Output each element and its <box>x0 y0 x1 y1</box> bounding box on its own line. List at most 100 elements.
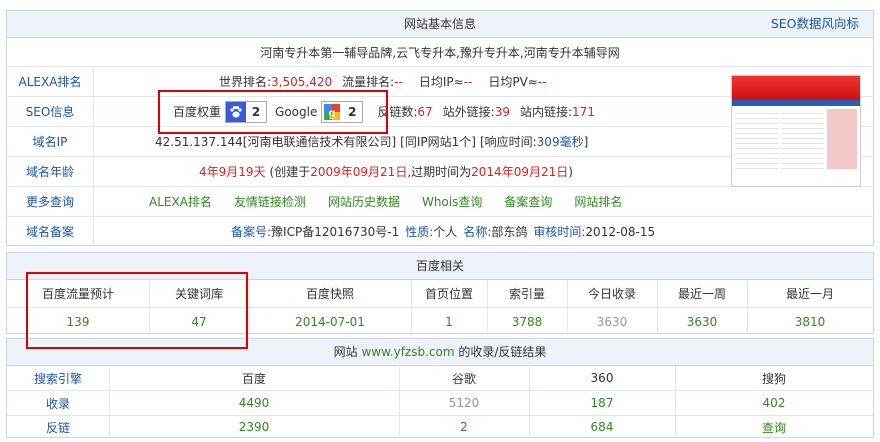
response-time-end: ] <box>583 134 589 149</box>
baidu-value-index-count[interactable]: 3788 <box>487 308 568 335</box>
seo-values: 百度权重 2 Google g 2 反链数: 67 站外链接: 39 站内链接: <box>173 97 595 126</box>
basic-info-header: 网站基本信息 SEO数据风向标 <box>7 11 873 38</box>
baidu-panel: 百度相关 百度流量预计 关键词库 百度快照 首页位置 索引量 今日收录 最近一周 最近一月 1… <box>6 252 874 335</box>
baidu-header-title: 百度相关 <box>415 259 464 273</box>
nature-value: 个人 <box>433 225 458 239</box>
index-domain[interactable]: www.yfzsb.com <box>361 345 454 359</box>
baidu-value-home-position[interactable]: 1 <box>411 308 488 335</box>
index-header-suffix: 的收录/反链结果 <box>458 345 547 359</box>
index-row-included: 收录 4490 5120 187 402 <box>7 391 873 416</box>
traffic-rank-label: 流量排名: <box>342 75 395 89</box>
same-ip-link[interactable]: [同IP网站1个] <box>400 133 476 150</box>
icp-row: 域名备案 备案号: 豫ICP备12016730号-1 性质: 个人 名称: 部东… <box>7 217 873 246</box>
index-value-sogou[interactable]: 402 <box>675 391 873 415</box>
baidu-col-today-included: 今日收录 <box>567 280 658 307</box>
google-pr-badge[interactable]: g 2 <box>321 100 364 123</box>
name-value: 部东鸽 <box>491 225 528 239</box>
backlinks-value[interactable]: 67 <box>417 105 432 119</box>
response-time-value: 309毫秒 <box>536 135 584 149</box>
index-col-sogou: 搜狗 <box>761 371 786 386</box>
index-value-360[interactable]: 684 <box>529 416 676 438</box>
index-panel: 网站 www.yfzsb.com 的收录/反链结果 搜索引擎 百度 谷歌 360 搜狗 … <box>6 338 874 438</box>
baidu-value-last-week[interactable]: 3630 <box>657 308 748 335</box>
internal-links-value[interactable]: 171 <box>572 105 595 119</box>
index-columns-row: 搜索引擎 百度 谷歌 360 搜狗 <box>7 366 873 391</box>
daily-ip-label: 日均IP≈ <box>418 75 464 89</box>
audit-time-label: 审核时间: <box>533 225 586 239</box>
daily-ip-value: -- <box>463 74 473 89</box>
more-query-label: 更多查询 <box>7 187 94 216</box>
traffic-rank-value: -- <box>394 74 403 89</box>
index-value-sogou[interactable]: 查询 <box>675 416 873 438</box>
basic-info-panel: 网站基本信息 SEO数据风向标 河南专升本第一辅导品牌,云飞专升本,豫升专升本,… <box>6 10 874 246</box>
audit-time-value: 2012-08-15 <box>585 224 656 239</box>
ip-value: 42.51.137.144[河南电联通信技术有限公司] <box>155 135 397 149</box>
world-rank-value: 3,505,420 <box>271 74 333 89</box>
created-date: 2009年09月21日 <box>310 165 408 179</box>
baidu-value-today-included[interactable]: 3630 <box>567 308 658 335</box>
google-pr-value: 2 <box>342 104 363 119</box>
domain-ip-values: 42.51.137.144[河南电联通信技术有限公司] [同IP网站1个] [响… <box>155 127 588 156</box>
nature-label: 性质: <box>405 225 434 239</box>
alexa-rank-link[interactable]: ALEXA排名 <box>149 193 212 210</box>
expire-date: 2014年09月21日 <box>471 165 569 179</box>
domain-age-label: 域名年龄 <box>7 157 94 186</box>
site-thumbnail[interactable] <box>731 75 861 187</box>
baidu-col-traffic-estimate: 百度流量预计 <box>7 280 150 307</box>
external-links-label: 站外链接: <box>442 105 495 119</box>
whois-link[interactable]: Whois查询 <box>422 193 482 210</box>
baidu-col-keyword-library: 关键词库 <box>149 280 250 307</box>
more-query-row: 更多查询 ALEXA排名 友情链接检测 网站历史数据 Whois查询 备案查询 … <box>7 187 873 217</box>
google-label: Google <box>275 104 318 119</box>
baidu-weight-badge[interactable]: 2 <box>225 100 268 123</box>
name-label: 名称: <box>463 225 492 239</box>
index-value-google[interactable]: 2 <box>399 416 530 438</box>
icp-values: 备案号: 豫ICP备12016730号-1 性质: 个人 名称: 部东鸽 审核时… <box>231 217 655 246</box>
baidu-value-last-month[interactable]: 3810 <box>747 308 873 335</box>
index-value-360[interactable]: 187 <box>529 391 676 415</box>
baidu-col-index-count: 索引量 <box>487 280 568 307</box>
domain-ip-label: 域名IP <box>7 127 94 156</box>
site-subtitle-row: 河南专升本第一辅导品牌,云飞专升本,豫升专升本,河南专升本辅导网 <box>7 38 873 67</box>
baidu-col-home-position: 首页位置 <box>411 280 488 307</box>
baidu-weight-value: 2 <box>246 104 267 119</box>
external-links-value[interactable]: 39 <box>495 105 510 119</box>
internal-links-label: 站内链接: <box>520 105 573 119</box>
baidu-value-snapshot[interactable]: 2014-07-01 <box>249 308 412 335</box>
site-history-link[interactable]: 网站历史数据 <box>328 193 400 210</box>
index-header-prefix: 网站 <box>333 345 358 359</box>
index-value-google[interactable]: 5120 <box>399 391 530 415</box>
baidu-weight-label: 百度权重 <box>173 105 222 119</box>
created-label: (创建于 <box>269 165 311 179</box>
baidu-value-traffic-estimate[interactable]: 139 <box>7 308 150 335</box>
domain-age-values: 4年9月19天 (创建于 2009年09月21日 ,过期时间为 2014年09月… <box>199 157 573 186</box>
icp-query-link[interactable]: 备案查询 <box>504 193 552 210</box>
age-end: ) <box>568 164 573 179</box>
index-value-baidu[interactable]: 2390 <box>109 416 400 438</box>
icp-number: 豫ICP备12016730号-1 <box>271 225 400 239</box>
index-row-label: 收录 <box>7 391 110 415</box>
alexa-values: 世界排名: 3,505,420 流量排名: -- 日均IP≈ -- 日均PV≈ … <box>219 67 547 96</box>
domain-age-value: 4年9月19天 <box>199 165 266 179</box>
baidu-columns-row: 百度流量预计 关键词库 百度快照 首页位置 索引量 今日收录 最近一周 最近一月 <box>7 280 873 308</box>
index-row-backlinks: 反链 2390 2 684 查询 <box>7 416 873 438</box>
response-time-label: [响应时间: <box>479 135 537 149</box>
daily-pv-value: -- <box>537 74 547 89</box>
more-query-links: ALEXA排名 友情链接检测 网站历史数据 Whois查询 备案查询 网站排名 <box>149 187 622 216</box>
index-col-google: 谷歌 <box>399 366 530 390</box>
index-value-baidu[interactable]: 4490 <box>109 391 400 415</box>
daily-pv-label: 日均PV≈ <box>488 75 538 89</box>
google-g-icon: g <box>322 101 343 122</box>
baidu-values-row: 139 47 2014-07-01 1 3788 3630 3630 3810 <box>7 308 873 335</box>
site-rank-link[interactable]: 网站排名 <box>574 193 622 210</box>
index-header: 网站 www.yfzsb.com 的收录/反链结果 <box>7 339 873 366</box>
index-col-baidu: 百度 <box>109 366 400 390</box>
friend-link-check-link[interactable]: 友情链接检测 <box>234 193 306 210</box>
alexa-label: ALEXA排名 <box>7 67 94 96</box>
seo-wind-vane-link[interactable]: SEO数据风向标 <box>771 11 859 37</box>
icp-label: 域名备案 <box>7 217 94 246</box>
baidu-paw-icon <box>226 101 247 122</box>
index-col-360: 360 <box>529 366 676 390</box>
baidu-value-keyword-library[interactable]: 47 <box>149 308 250 335</box>
basic-info-title: 网站基本信息 <box>403 17 476 31</box>
